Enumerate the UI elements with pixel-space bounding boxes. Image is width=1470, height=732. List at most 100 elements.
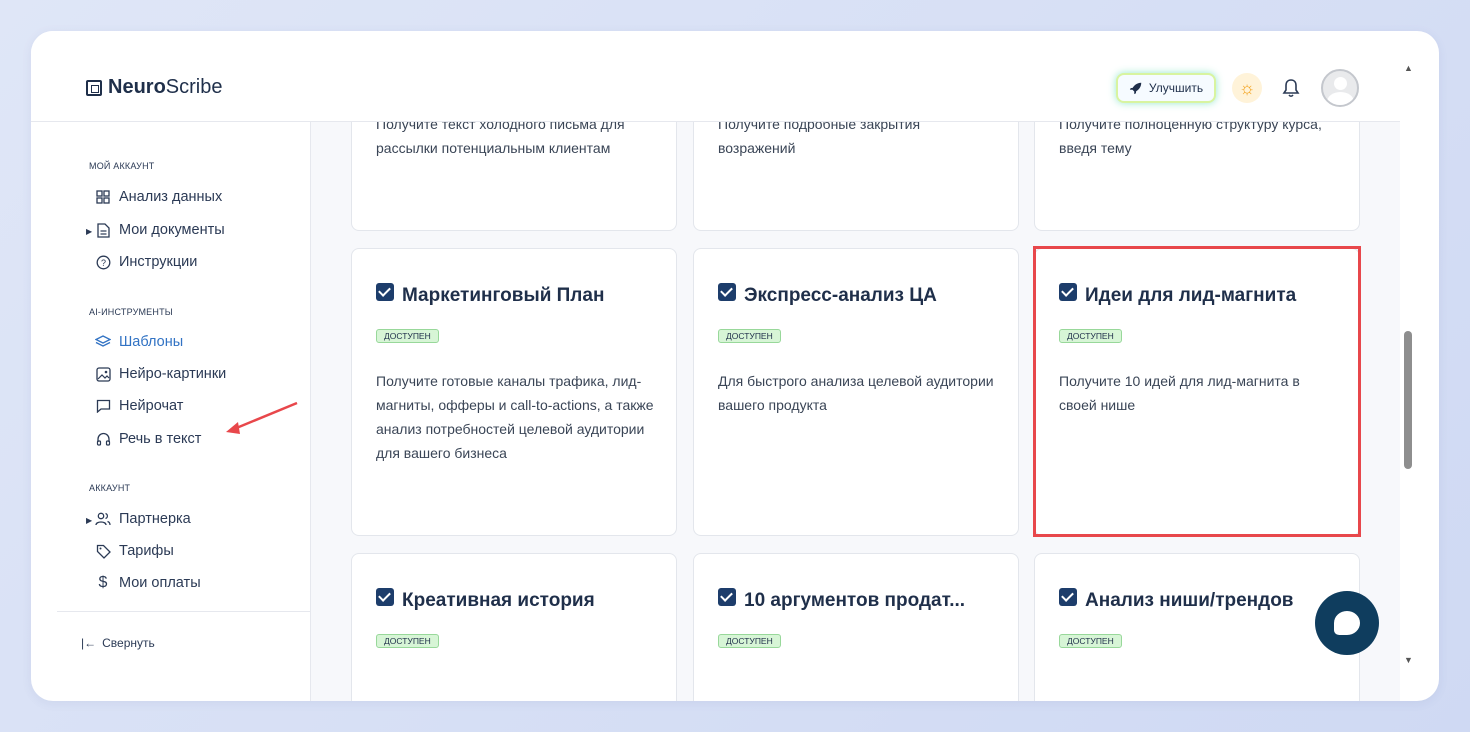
card-description: Получите 10 идей для лид-магнита в своей…	[1059, 373, 1300, 413]
card-title: Экспресс-анализ ЦА	[744, 285, 937, 306]
sidebar-divider	[57, 611, 310, 612]
card-title: Маркетинговый План	[402, 285, 605, 306]
sidebar-item-label: Партнерка	[119, 511, 191, 527]
template-card-sales-arguments[interactable]: 10 аргументов продат... ДОСТУПЕН	[693, 553, 1019, 701]
sidebar-item-label: Нейрочат	[119, 398, 184, 414]
checkbox-icon	[376, 283, 394, 301]
sidebar-item-my-documents[interactable]: Мои документы	[95, 222, 225, 238]
template-card-niche-analysis[interactable]: Анализ ниши/трендов ДОСТУПЕН	[1034, 553, 1360, 701]
template-card[interactable]: Получите текст холодного письма для расс…	[351, 121, 677, 231]
sidebar-item-templates[interactable]: Шаблоны	[95, 334, 183, 350]
sidebar-item-payments[interactable]: $ Мои оплаты	[95, 574, 201, 591]
collapse-label: Свернуть	[102, 636, 155, 650]
scrollbar[interactable]: ▲ ▼	[1400, 61, 1418, 681]
logo-rest: Scribe	[165, 76, 223, 98]
status-badge: ДОСТУПЕН	[376, 329, 439, 343]
checkbox-icon	[718, 588, 736, 606]
sidebar-item-label: Мои документы	[119, 222, 225, 238]
template-card[interactable]: Получите подробные закрытия возражений	[693, 121, 1019, 231]
section-ai-tools: AI-ИНСТРУМЕНТЫ	[89, 307, 173, 317]
card-title-row: Идеи для лид-магнита	[1059, 283, 1297, 307]
templates-grid: Получите текст холодного письма для расс…	[311, 121, 1400, 701]
logo[interactable]: NeuroScribe	[86, 76, 223, 99]
expand-caret-icon[interactable]: ▶	[86, 227, 92, 236]
sidebar-item-label: Анализ данных	[119, 189, 223, 205]
sidebar-item-label: Шаблоны	[119, 334, 184, 350]
rocket-icon	[1129, 82, 1142, 95]
sidebar-item-speech-to-text[interactable]: Речь в текст	[95, 431, 201, 447]
scroll-down-icon[interactable]: ▼	[1404, 655, 1413, 665]
card-title: Идеи для лид-магнита	[1085, 285, 1297, 306]
sidebar-item-label: Тарифы	[119, 543, 174, 559]
card-title: Анализ ниши/трендов	[1085, 590, 1294, 611]
checkbox-icon	[376, 588, 394, 606]
upgrade-button[interactable]: Улучшить	[1116, 73, 1216, 103]
sidebar: МОЙ АККАУНТ Анализ данных ▶ Мои документ…	[57, 121, 311, 701]
sidebar-item-label: Инструкции	[119, 254, 198, 270]
template-card-lead-magnet-ideas[interactable]: Идеи для лид-магнита ДОСТУПЕН Получите 1…	[1034, 248, 1360, 536]
checkbox-icon	[718, 283, 736, 301]
template-card-marketing-plan[interactable]: Маркетинговый План ДОСТУПЕН Получите гот…	[351, 248, 677, 536]
chat-icon	[95, 398, 111, 414]
avatar[interactable]	[1321, 69, 1359, 107]
status-badge: ДОСТУПЕН	[718, 634, 781, 648]
sidebar-item-data-analysis[interactable]: Анализ данных	[95, 189, 222, 205]
card-title-row: Анализ ниши/трендов	[1059, 588, 1294, 612]
headphones-icon	[95, 431, 111, 447]
sidebar-item-label: Нейро-картинки	[119, 366, 227, 382]
card-title: Креативная история	[402, 590, 595, 611]
svg-text:?: ?	[100, 258, 105, 268]
upgrade-label: Улучшить	[1148, 81, 1204, 95]
app-window: NeuroScribe Улучшить ☼ МОЙ АККАУНТ Анали…	[31, 31, 1439, 701]
checkbox-icon	[1059, 283, 1077, 301]
collapse-left-icon: |←	[81, 636, 97, 650]
sidebar-item-partner[interactable]: Партнерка	[95, 511, 191, 527]
scroll-up-icon[interactable]: ▲	[1404, 63, 1413, 73]
dollar-icon: $	[98, 574, 108, 591]
card-description: Получите подробные закрытия возражений	[718, 121, 921, 156]
section-my-account: МОЙ АККАУНТ	[89, 161, 155, 171]
logo-icon	[86, 79, 102, 96]
annotation-arrow	[226, 401, 298, 434]
card-description: Получите готовые каналы трафика, лид-маг…	[376, 373, 654, 461]
sidebar-item-instructions[interactable]: ? Инструкции	[95, 254, 197, 270]
card-description: Получите полноценную структуру курса, вв…	[1059, 121, 1322, 156]
sidebar-item-label: Мои оплаты	[119, 575, 201, 591]
card-title-row: Креативная история	[376, 588, 595, 612]
chat-bubble-icon	[1334, 611, 1360, 635]
theme-toggle-sun-icon[interactable]: ☼	[1232, 73, 1262, 103]
sidebar-item-tariffs[interactable]: Тарифы	[95, 543, 174, 559]
grid-icon	[95, 189, 111, 205]
card-title: 10 аргументов продат...	[744, 590, 966, 611]
card-description: Получите текст холодного письма для расс…	[376, 121, 625, 156]
top-header: NeuroScribe Улучшить ☼	[31, 31, 1400, 122]
users-icon	[95, 511, 111, 527]
checkbox-icon	[1059, 588, 1077, 606]
avatar-head	[1334, 77, 1347, 90]
card-description: Для быстрого анализа целевой аудитории в…	[718, 373, 994, 413]
card-title-row: Маркетинговый План	[376, 283, 605, 307]
help-circle-icon: ?	[95, 254, 111, 270]
template-card-creative-story[interactable]: Креативная история ДОСТУПЕН	[351, 553, 677, 701]
tag-icon	[95, 543, 111, 559]
status-badge: ДОСТУПЕН	[1059, 329, 1122, 343]
status-badge: ДОСТУПЕН	[718, 329, 781, 343]
status-badge: ДОСТУПЕН	[1059, 634, 1122, 648]
collapse-button[interactable]: |← Свернуть	[81, 636, 155, 650]
sidebar-item-label: Речь в текст	[119, 431, 202, 447]
document-icon	[95, 222, 111, 238]
card-title-row: 10 аргументов продат...	[718, 588, 966, 612]
sidebar-item-neuro-images[interactable]: Нейро-картинки	[95, 366, 226, 382]
template-card-express-analysis[interactable]: Экспресс-анализ ЦА ДОСТУПЕН Для быстрого…	[693, 248, 1019, 536]
expand-caret-icon[interactable]: ▶	[86, 516, 92, 525]
sidebar-item-neurochat[interactable]: Нейрочат	[95, 398, 183, 414]
avatar-body	[1327, 92, 1354, 105]
bell-icon[interactable]	[1279, 75, 1303, 101]
scrollbar-thumb[interactable]	[1404, 331, 1412, 469]
image-icon	[95, 366, 111, 382]
chat-widget-button[interactable]	[1315, 591, 1379, 655]
template-card[interactable]: Получите полноценную структуру курса, вв…	[1034, 121, 1360, 231]
logo-bold: Neuro	[108, 76, 166, 98]
card-title-row: Экспресс-анализ ЦА	[718, 283, 937, 307]
layers-icon	[95, 334, 111, 350]
